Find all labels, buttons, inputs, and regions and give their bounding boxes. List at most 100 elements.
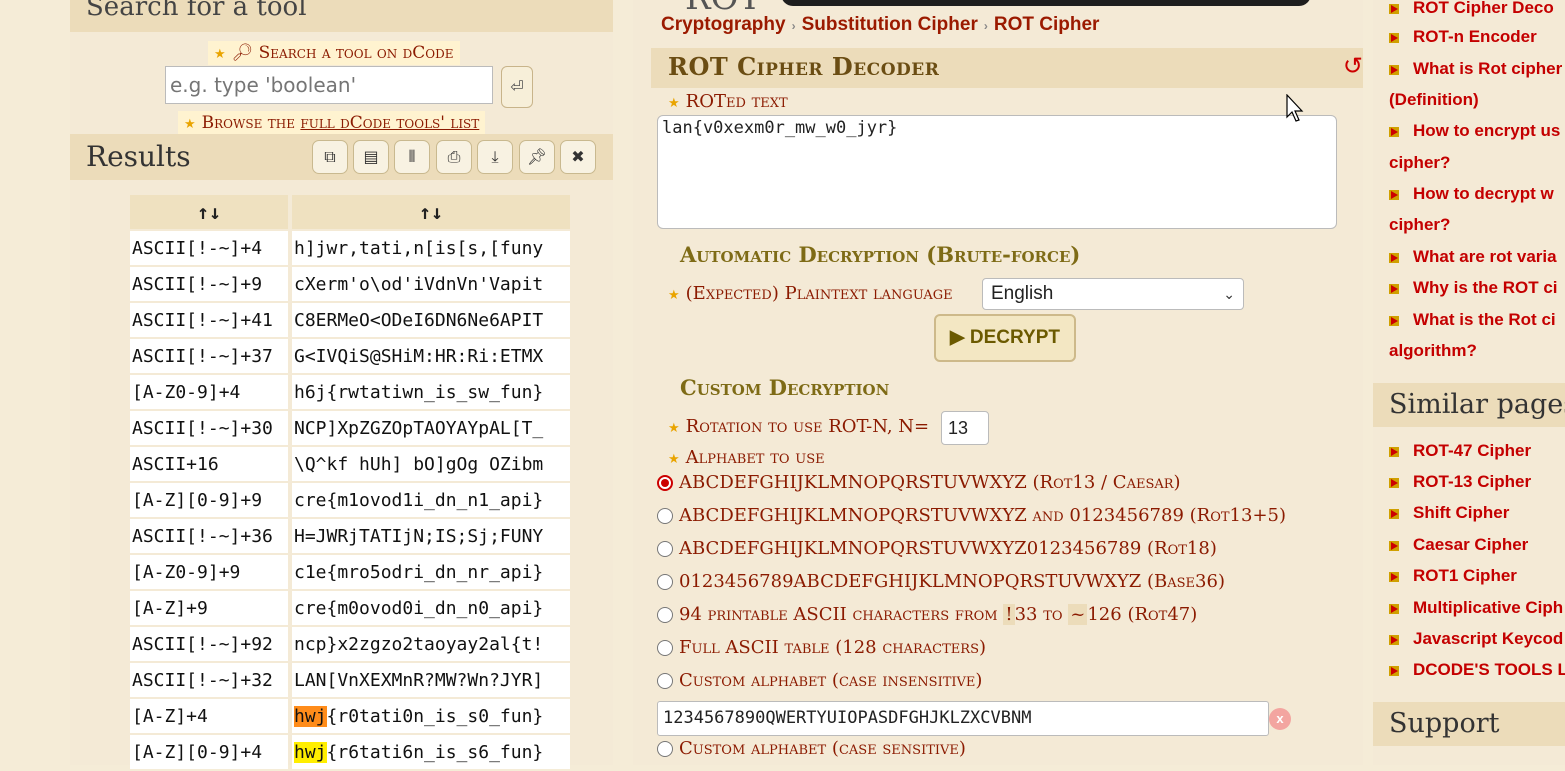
method-cell: ASCII[!-~]+37 (130, 339, 288, 373)
rotation-input[interactable]: 13 (941, 411, 989, 445)
table-row[interactable]: [A-Z]+4 hwj{r0tati0n_is_s0_fun} (130, 699, 570, 733)
alphabet-option[interactable]: Custom alphabet (case sensitive) (657, 738, 966, 766)
method-cell: [A-Z0-9]+9 (130, 555, 288, 589)
table-row[interactable]: ASCII[!-~]+4 h]jwr,tati,n[is[s,[funy (130, 231, 570, 265)
table-row[interactable]: ASCII+16 \Q^kf hUh] bO]gOg OZibm (130, 447, 570, 481)
browse-tools-link[interactable]: ★ Browse the full dCode tools' list (178, 111, 486, 135)
sidebar-link[interactable]: ROT-n Encoder (1389, 21, 1537, 52)
mouse-cursor-icon (1286, 94, 1304, 122)
bullet-arrow-icon (1389, 190, 1399, 200)
close-button[interactable]: ✖ (560, 140, 596, 174)
copy-button[interactable]: ⧉ (312, 140, 348, 174)
search-submit-button[interactable]: ⏎ (501, 66, 533, 108)
table-row[interactable]: ASCII[!-~]+41 C8ERMeO<ODeI6DN6Ne6APIT (130, 303, 570, 337)
search-tool-link[interactable]: ★ 🔎︎ Search a tool on dCode (208, 41, 460, 65)
full-list-link[interactable]: full dCode tools' list (300, 113, 479, 133)
breadcrumb-link[interactable]: Substitution Cipher (802, 14, 978, 35)
table-row[interactable]: ASCII[!-~]+30 NCP]XpZGZOpTAOYAYpAL[T_ (130, 411, 570, 445)
radio-button[interactable] (657, 573, 673, 590)
clipboard-button[interactable]: ▤ (353, 140, 389, 174)
star-icon: ★ (668, 452, 680, 467)
decrypt-button[interactable]: ▶ DECRYPT (934, 314, 1076, 362)
radio-button[interactable] (657, 672, 673, 689)
language-select[interactable]: English ⌄ (982, 278, 1244, 310)
radio-button[interactable] (657, 474, 673, 491)
table-row[interactable]: ASCII[!-~]+32 LAN[VnXEXMnR?MW?Wn?JYR] (130, 663, 570, 697)
method-cell: ASCII[!-~]+41 (130, 303, 288, 337)
left-column: Search for a tool ★ 🔎︎ Search a tool on d… (70, 0, 613, 769)
sidebar-link-cont[interactable]: cipher? (1389, 209, 1450, 240)
similar-link[interactable]: ROT-47 Cipher (1389, 435, 1531, 466)
breadcrumb-link[interactable]: ROT Cipher (994, 14, 1100, 35)
method-cell: ASCII+16 (130, 447, 288, 481)
table-row[interactable]: [A-Z0-9]+9 c1e{mro5odri_dn_nr_api} (130, 555, 570, 589)
table-row[interactable]: ASCII[!-~]+37 G<IVQiS@SHiM:HR:Ri:ETMX (130, 339, 570, 373)
radio-button[interactable] (657, 606, 673, 623)
method-cell: ASCII[!-~]+32 (130, 663, 288, 697)
sidebar-link[interactable]: How to encrypt us (1389, 115, 1560, 146)
method-cell: ASCII[!-~]+92 (130, 627, 288, 661)
sidebar-link-cont[interactable]: cipher? (1389, 147, 1450, 178)
alphabet-option[interactable]: 94 printable ASCII characters from ! 33 t… (657, 604, 1197, 632)
bullet-arrow-icon (1389, 604, 1399, 614)
alphabet-option[interactable]: ABCDEFGHIJKLMNOPQRSTUVWXYZ and 012345678… (657, 505, 1286, 533)
result-cell: c1e{mro5odri_dn_nr_api} (292, 555, 570, 589)
similar-link[interactable]: Caesar Cipher (1389, 529, 1528, 560)
custom-alphabet-input[interactable]: 1234567890QWERTYUIOPASDFGHJKLZXCVBNM (657, 701, 1269, 736)
result-cell: cXerm'o\od'iVdnVn'Vapit (292, 267, 570, 301)
radio-button[interactable] (657, 507, 673, 524)
table-row[interactable]: [A-Z][0-9]+9 cre{m1ovod1i_dn_n1_api} (130, 483, 570, 517)
table-row[interactable]: ASCII[!-~]+92 ncp}x2zgzo2taoyay2al{t! (130, 627, 570, 661)
star-icon: ★ (214, 47, 226, 62)
sidebar-link[interactable]: What is the Rot ci (1389, 304, 1556, 335)
results-header: Results ⧉ ▤ ⫴ ⎙ ⤓ 📌︎ ✖ (70, 134, 613, 180)
table-row[interactable]: [A-Z]+9 cre{m0ovod0i_dn_n0_api} (130, 591, 570, 625)
similar-link[interactable]: Multiplicative Ciph (1389, 592, 1563, 623)
radio-button[interactable] (657, 540, 673, 557)
table-row[interactable]: [A-Z][0-9]+4 hwj{r6tati6n_is_s6_fun} (130, 735, 570, 769)
print-button[interactable]: ⎙ (436, 140, 472, 174)
method-cell: [A-Z]+4 (130, 699, 288, 733)
result-text: H=JWRjTATIjN;IS;Sj;FUNY (294, 525, 544, 547)
radio-button[interactable] (657, 639, 673, 656)
rot-text-input[interactable]: lan{v0xexm0r_mw_w0_jyr} (657, 115, 1337, 229)
alphabet-option[interactable]: ABCDEFGHIJKLMNOPQRSTUVWXYZ0123456789 (Ro… (657, 538, 1217, 566)
table-row[interactable]: ASCII[!-~]+36 H=JWRjTATIjN;IS;Sj;FUNY (130, 519, 570, 553)
table-row[interactable]: [A-Z0-9]+4 h6j{rwtatiwn_is_sw_fun} (130, 375, 570, 409)
breadcrumb: Cryptography › Substitution Cipher › ROT Cip… (661, 14, 1099, 36)
highlight: hwj (294, 705, 327, 727)
similar-link[interactable]: Javascript Keycod (1389, 623, 1563, 654)
columns-button[interactable]: ⫴ (394, 140, 430, 174)
results-title: Results (86, 140, 191, 173)
alphabet-option[interactable]: 0123456789ABCDEFGHIJKLMNOPQRSTUVWXYZ (Ba… (657, 571, 1225, 599)
sidebar-link[interactable]: What are rot varia (1389, 241, 1557, 272)
similar-link[interactable]: ROT-13 Cipher (1389, 466, 1531, 497)
sort-column-1[interactable]: ↑↓ (130, 195, 288, 229)
sidebar-link-cont[interactable]: (Definition) (1389, 84, 1479, 115)
similar-link[interactable]: Shift Cipher (1389, 497, 1509, 528)
download-button[interactable]: ⤓ (477, 140, 513, 174)
table-row[interactable]: ASCII[!-~]+9 cXerm'o\od'iVdnVn'Vapit (130, 267, 570, 301)
result-text: cre{m0ovod0i_dn_n0_api} (294, 597, 544, 619)
similar-link[interactable]: DCODE'S TOOLS LI (1389, 654, 1565, 685)
search-heading: Search for a tool (86, 0, 307, 22)
pin-button[interactable]: 📌︎ (519, 140, 555, 174)
highlight: hwj (294, 741, 327, 763)
radio-button[interactable] (657, 740, 673, 757)
bullet-arrow-icon (1389, 127, 1399, 137)
alphabet-option[interactable]: Full ASCII table (128 characters) (657, 637, 986, 665)
similar-link[interactable]: ROT1 Cipher (1389, 560, 1517, 591)
clear-icon[interactable]: x (1269, 708, 1291, 730)
star-icon: ★ (668, 421, 680, 436)
sidebar-link[interactable]: ROT Cipher Deco (1389, 0, 1554, 23)
reset-icon[interactable]: ↺ (1343, 52, 1363, 80)
breadcrumb-link[interactable]: Cryptography (661, 14, 786, 35)
search-input[interactable] (165, 66, 493, 104)
sort-column-2[interactable]: ↑↓ (292, 195, 570, 229)
sidebar-link[interactable]: How to decrypt w (1389, 178, 1554, 209)
alphabet-option[interactable]: ABCDEFGHIJKLMNOPQRSTUVWXYZ (Rot13 / Caes… (657, 472, 1181, 500)
sidebar-link[interactable]: What is Rot cipher (1389, 53, 1562, 84)
alphabet-option[interactable]: Custom alphabet (case insensitive) (657, 670, 982, 698)
sidebar-link-cont[interactable]: algorithm? (1389, 335, 1477, 366)
sidebar-link[interactable]: Why is the ROT ci (1389, 272, 1558, 303)
